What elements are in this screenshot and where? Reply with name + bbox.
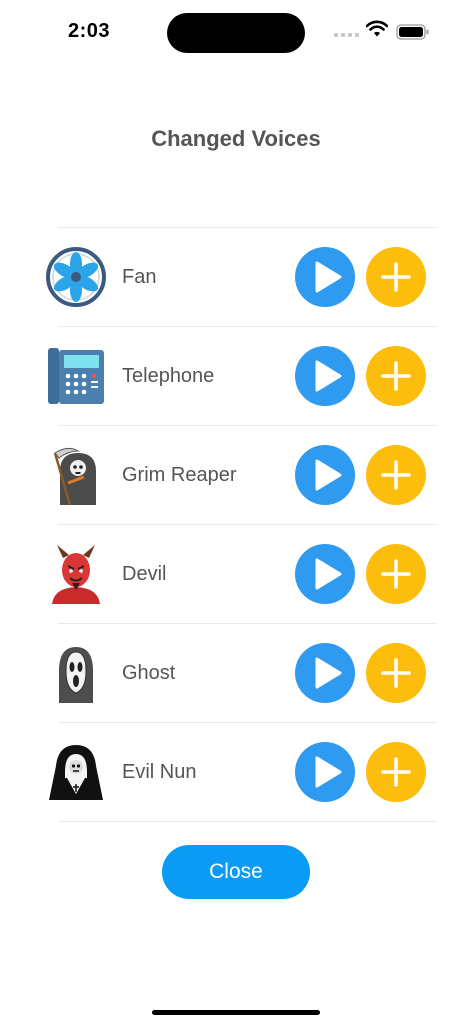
voice-row-grim-reaper: Grim Reaper [0, 426, 472, 524]
play-icon [315, 756, 342, 788]
fan-icon [46, 247, 106, 307]
telephone-icon [48, 348, 104, 404]
voice-row-evil-nun: Evil Nun [0, 723, 472, 821]
plus-icon [381, 262, 411, 292]
voice-row-devil: Devil [0, 525, 472, 623]
status-time: 2:03 [68, 20, 111, 42]
evil-nun-icon [49, 745, 103, 800]
close-button[interactable]: Close [162, 845, 310, 899]
dynamic-island [167, 13, 305, 53]
play-icon [315, 360, 342, 392]
plus-icon [381, 757, 411, 787]
plus-icon [381, 361, 411, 391]
voice-list: Fan Telephone Grim Reaper Devil Ghost Ev… [0, 227, 472, 822]
page-title: Changed Voices [151, 126, 321, 151]
add-button[interactable] [366, 445, 426, 505]
add-button[interactable] [366, 544, 426, 604]
add-button[interactable] [366, 346, 426, 406]
ghost-icon [59, 647, 93, 703]
voice-label: Ghost [122, 662, 176, 684]
grim-reaper-icon [53, 447, 96, 505]
plus-icon [381, 658, 411, 688]
add-button[interactable] [366, 643, 426, 703]
plus-icon [381, 559, 411, 589]
voice-label: Grim Reaper [122, 464, 237, 486]
voice-row-telephone: Telephone [0, 327, 472, 425]
status-bar: 2:03 [0, 0, 472, 64]
add-button[interactable] [366, 742, 426, 802]
divider [58, 821, 437, 822]
play-button[interactable] [295, 742, 355, 802]
play-icon [315, 459, 342, 491]
wifi-icon [366, 20, 388, 37]
play-button[interactable] [295, 445, 355, 505]
voice-label: Fan [122, 266, 157, 288]
voice-row-fan: Fan [0, 228, 472, 326]
voice-row-ghost: Ghost [0, 624, 472, 722]
play-icon [315, 558, 342, 590]
add-button[interactable] [366, 247, 426, 307]
voice-label: Telephone [122, 365, 215, 387]
play-button[interactable] [295, 346, 355, 406]
voice-label: Devil [122, 563, 167, 585]
plus-icon [381, 460, 411, 490]
play-button[interactable] [295, 643, 355, 703]
battery-icon [396, 24, 429, 40]
devil-icon [52, 545, 100, 604]
play-button[interactable] [295, 544, 355, 604]
voice-label: Evil Nun [122, 761, 197, 783]
cellular-icon [334, 33, 360, 37]
home-indicator [152, 1010, 320, 1015]
play-icon [315, 261, 342, 293]
play-button[interactable] [295, 247, 355, 307]
play-icon [315, 657, 342, 689]
